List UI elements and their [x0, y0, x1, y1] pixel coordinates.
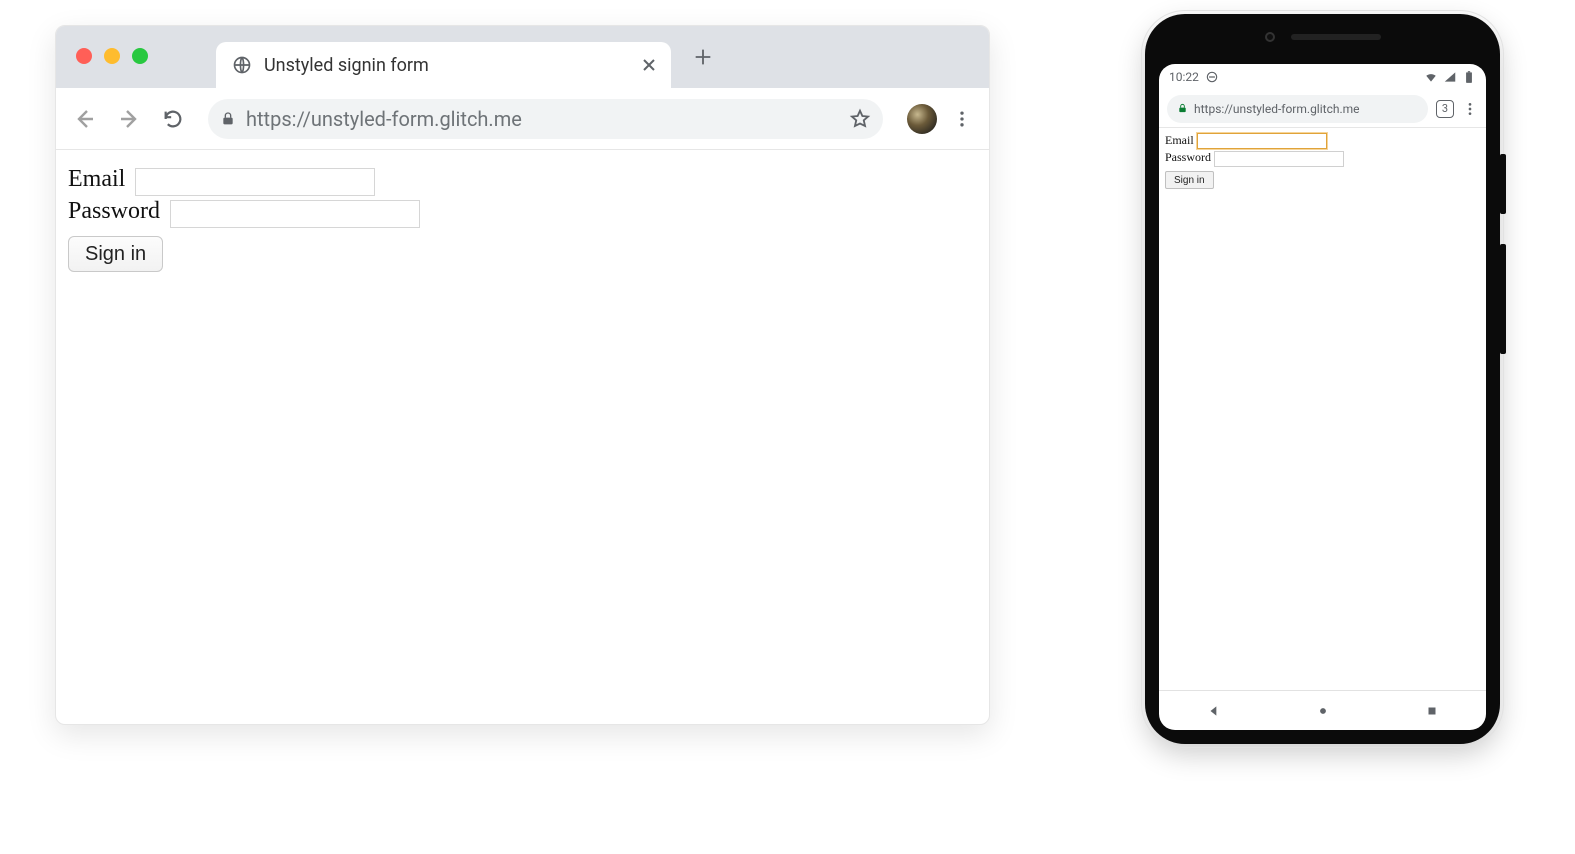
globe-icon [232, 55, 252, 75]
reload-button[interactable] [156, 102, 190, 136]
back-button[interactable] [68, 102, 102, 136]
mobile-address-bar[interactable]: https://unstyled-form.glitch.me [1167, 95, 1428, 123]
lock-icon [1177, 103, 1188, 114]
browser-tab[interactable]: Unstyled signin form [216, 42, 671, 88]
browser-toolbar: https://unstyled-form.glitch.me [56, 88, 989, 150]
mobile-password-field[interactable] [1214, 151, 1344, 167]
mobile-password-label: Password [1165, 150, 1211, 164]
android-home-icon[interactable] [1316, 704, 1330, 718]
cell-signal-icon [1443, 70, 1457, 84]
phone-screen: 10:22 [1159, 64, 1486, 730]
password-label: Password [68, 198, 160, 224]
status-time: 10:22 [1169, 70, 1199, 84]
tab-title: Unstyled signin form [264, 55, 629, 76]
page-viewport: Email Password Sign in [56, 150, 989, 286]
mobile-email-label: Email [1165, 133, 1194, 147]
email-field[interactable] [135, 168, 375, 196]
url-text: https://unstyled-form.glitch.me [246, 107, 839, 131]
close-tab-icon[interactable] [641, 57, 657, 73]
lock-icon [220, 111, 236, 127]
forward-button[interactable] [112, 102, 146, 136]
status-bar: 10:22 [1159, 64, 1486, 90]
browser-window: Unstyled signin form [55, 25, 990, 725]
phone-device: 10:22 [1145, 14, 1500, 744]
do-not-disturb-icon [1205, 70, 1219, 84]
address-bar[interactable]: https://unstyled-form.glitch.me [208, 99, 883, 139]
mobile-email-field[interactable] [1197, 133, 1327, 149]
profile-avatar[interactable] [907, 104, 937, 134]
new-tab-button[interactable] [688, 42, 718, 72]
mobile-sign-in-button[interactable]: Sign in [1165, 171, 1214, 189]
tab-strip: Unstyled signin form [56, 26, 989, 88]
front-camera-icon [1265, 32, 1275, 42]
tab-count-button[interactable]: 3 [1436, 100, 1454, 118]
window-controls [76, 48, 148, 64]
maximize-window-button[interactable] [132, 48, 148, 64]
bookmark-star-icon[interactable] [849, 108, 871, 130]
password-field[interactable] [170, 200, 420, 228]
mobile-viewport: Email Password Sign in [1159, 128, 1486, 690]
phone-speaker [1265, 32, 1381, 42]
android-recent-icon[interactable] [1425, 704, 1439, 718]
wifi-icon [1424, 70, 1438, 84]
android-nav-bar [1159, 690, 1486, 730]
mobile-toolbar: https://unstyled-form.glitch.me 3 [1159, 90, 1486, 128]
mobile-url-text: https://unstyled-form.glitch.me [1194, 102, 1360, 116]
battery-icon [1462, 70, 1476, 84]
email-label: Email [68, 166, 125, 192]
minimize-window-button[interactable] [104, 48, 120, 64]
close-window-button[interactable] [76, 48, 92, 64]
browser-menu-button[interactable] [947, 104, 977, 134]
android-back-icon[interactable] [1207, 704, 1221, 718]
mobile-menu-button[interactable] [1462, 101, 1478, 117]
sign-in-button[interactable]: Sign in [68, 236, 163, 272]
